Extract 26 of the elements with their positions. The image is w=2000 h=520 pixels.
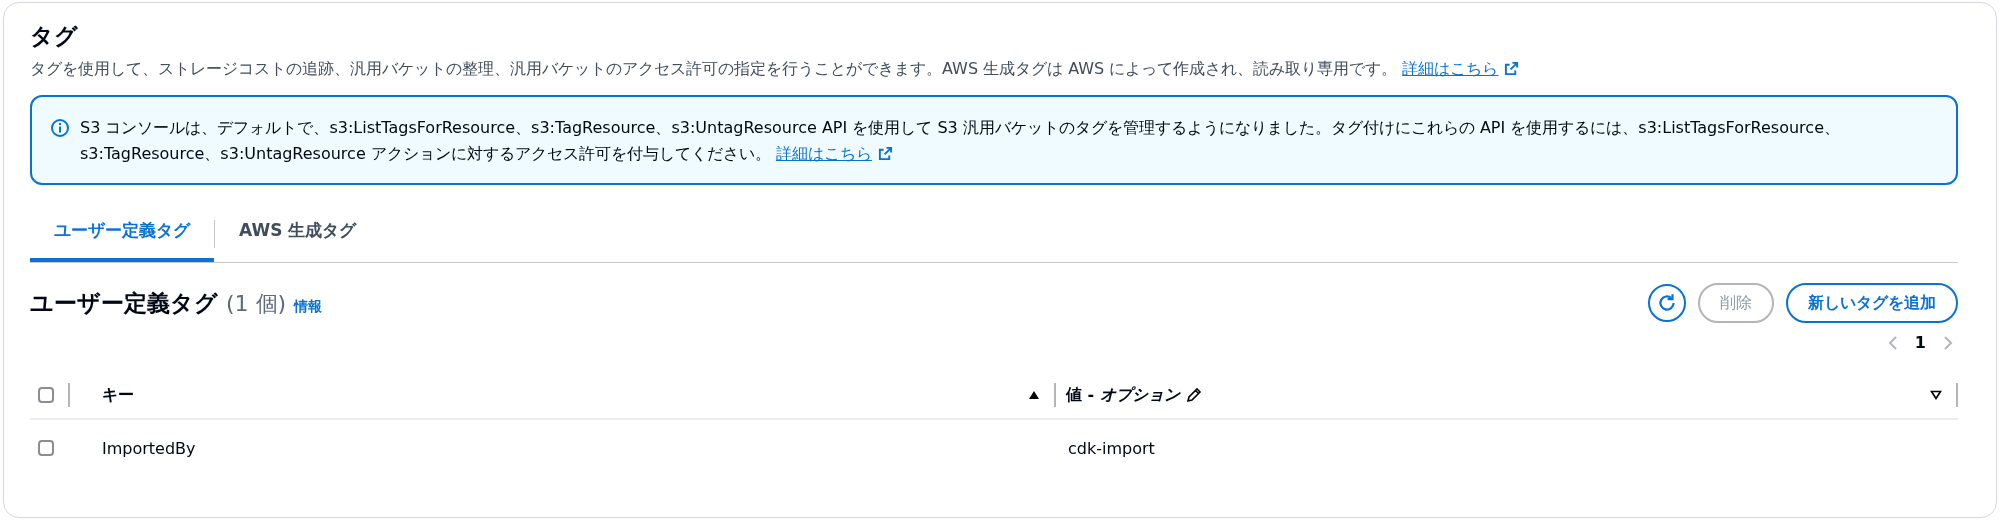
column-header: 値 - オプション (1066, 384, 1180, 406)
info-link[interactable]: 情報 (294, 297, 323, 316)
tab[interactable]: ユーザー定義タグ (30, 205, 214, 262)
refresh-icon (1656, 292, 1678, 314)
external-link-icon (1504, 61, 1520, 76)
pencil-icon (1185, 387, 1202, 403)
column-header: キー (102, 384, 134, 406)
select-all-checkbox[interactable] (38, 387, 54, 403)
sort-ascending-icon[interactable] (1028, 390, 1040, 400)
add-tag-button[interactable]: 新しいタグを追加 (1786, 283, 1958, 323)
row-checkbox[interactable] (38, 440, 54, 456)
table-cell: cdk-import (1068, 438, 1155, 458)
alert-message: S3 コンソールは、デフォルトで、s3:ListTagsForResource、s3:TagResource、s3:UntagResource API を使用して S3 汎用バケットのタグを管理するようになりました。タグ付けにこれらの API を使用するには、s3:ListTagsForResource、s3:TagResource、s3:UntagResource アクションに対するアクセス許可を付与してください。 詳細はこちら (80, 117, 1841, 165)
item-count: (1 個) (226, 289, 287, 318)
table-cell: ImportedBy (102, 438, 196, 458)
refresh-button[interactable] (1648, 284, 1686, 322)
table-title: ユーザー定義タグ (30, 288, 218, 318)
page-number[interactable]: 1 (1914, 333, 1926, 352)
sort-icon[interactable] (1930, 390, 1942, 400)
section-title: タグ (30, 22, 79, 51)
external-link-icon (877, 146, 893, 161)
section-description: タグを使用して、ストレージコストの追跡、汎用バケットの整理、汎用バケットのアクセス許可の指定を行うことができます。AWS 生成タグは AWS によって作成され、読み取り専用です。 詳細はこちら (30, 57, 1972, 81)
learn-more-link[interactable]: 詳細はこちら (1402, 59, 1520, 78)
info-icon (50, 118, 70, 138)
learn-more-link[interactable]: 詳細はこちら (775, 144, 893, 163)
tab[interactable]: AWS 生成タグ (215, 205, 381, 262)
